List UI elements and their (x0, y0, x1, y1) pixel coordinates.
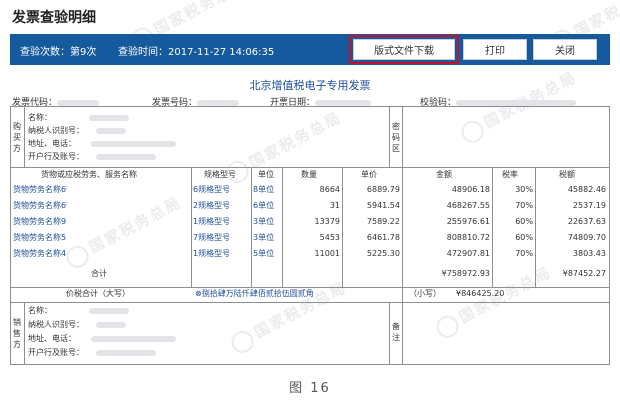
header-unit: 单位 (258, 170, 274, 179)
row-amount: 808810.72 (446, 233, 490, 242)
password-area-label: 密码区 (392, 122, 400, 153)
header-rate: 税率 (502, 170, 518, 179)
row-unit: 3单位 (253, 233, 275, 242)
row-amount: 468267.55 (446, 201, 490, 210)
row-spec: 7规格型号 (193, 233, 231, 242)
row-price: 6461.78 (366, 233, 400, 242)
row-tax: 22637.63 (567, 217, 606, 226)
invoice-table: 购买方 名称： 纳税人识别号： 地址、电话： 开户行及账号： 密码区 货物或应税… (10, 106, 610, 365)
total-label: 合计 (91, 269, 107, 278)
buyer-bank-value (96, 154, 156, 160)
total-amount: ¥758972.93 (441, 269, 490, 278)
invoice-title: 北京增值税电子专用发票 (249, 79, 371, 92)
row-tax: 74809.70 (567, 233, 606, 242)
page-title: 发票查验明细 (12, 10, 96, 26)
buyer-tax-id-value (96, 128, 126, 134)
buyer-bank-label: 开户行及账号： (28, 152, 84, 161)
seller-address-label: 地址、电话： (28, 334, 76, 343)
grand-total-label: 价税合计（大写） (66, 289, 130, 298)
grand-total-upper: ⊗捌拾肆万陆仟肆佰贰拾伍圆贰角 (195, 289, 314, 298)
header-item: 货物或应税劳务、服务名称 (41, 170, 137, 179)
row-amount: 472907.81 (446, 249, 490, 258)
row-amount: 255976.61 (446, 217, 490, 226)
seller-name-label: 名称： (28, 306, 52, 315)
row-price: 6889.79 (366, 185, 400, 194)
remarks-label: 备注 (392, 322, 400, 342)
header-price: 单价 (361, 170, 377, 179)
buyer-name-value (89, 115, 129, 121)
row-unit: 8单位 (253, 185, 275, 194)
row-qty: 13379 (314, 217, 340, 226)
row-qty: 5453 (319, 233, 340, 242)
row-unit: 3单位 (253, 217, 275, 226)
row-price: 7589.22 (366, 217, 400, 226)
total-tax: ¥87452.27 (562, 269, 606, 278)
seller-side-label: 销售方 (13, 318, 21, 349)
seller-tax-id-label: 纳税人识别号： (28, 320, 84, 329)
buyer-address-value (91, 141, 176, 147)
row-spec: 6规格型号 (193, 185, 231, 194)
row-amount: 48906.18 (451, 185, 490, 194)
row-tax: 2537.19 (572, 201, 606, 210)
row-item: 货物劳务名称5 (13, 233, 67, 242)
row-rate: 70% (515, 201, 533, 210)
seller-tax-id-value (96, 322, 126, 328)
header-tax: 税额 (559, 170, 575, 179)
close-button[interactable]: 关闭 (533, 39, 597, 60)
row-price: 5941.54 (366, 201, 400, 210)
row-item: 货物劳务名称6 (13, 201, 67, 210)
buyer-name-label: 名称： (28, 113, 52, 122)
buyer-address-label: 地址、电话： (28, 139, 76, 148)
check-count: 查验次数：第9次 (20, 47, 97, 58)
row-item: 货物劳务名称9 (13, 217, 67, 226)
row-item: 货物劳务名称4 (13, 249, 67, 258)
row-rate: 70% (515, 249, 533, 258)
row-tax: 3803.43 (572, 249, 606, 258)
row-tax: 45882.46 (567, 185, 606, 194)
row-spec: 1规格型号 (193, 249, 231, 258)
row-unit: 6单位 (253, 201, 275, 210)
seller-bank-label: 开户行及账号： (28, 348, 84, 357)
figure-caption: 图 16 (289, 381, 331, 396)
row-rate: 60% (515, 233, 533, 242)
buyer-side-label: 购买方 (13, 122, 21, 153)
row-rate: 60% (515, 217, 533, 226)
row-rate: 30% (515, 185, 533, 194)
row-spec: 1规格型号 (193, 217, 231, 226)
header-amount: 金额 (436, 170, 452, 179)
header-qty: 数量 (301, 170, 317, 179)
download-button[interactable]: 版式文件下载 (353, 39, 455, 60)
row-item: 货物劳务名称6 (13, 185, 67, 194)
seller-name-value (89, 308, 129, 314)
row-spec: 2规格型号 (193, 201, 231, 210)
row-qty: 8664 (319, 185, 340, 194)
header-spec: 规格型号 (204, 170, 236, 179)
print-button[interactable]: 打印 (463, 39, 527, 60)
grand-total-small-label: （小写） (409, 289, 441, 298)
seller-bank-value (96, 350, 156, 356)
grand-total-small: ¥846425.20 (456, 289, 505, 298)
row-price: 5225.30 (366, 249, 400, 258)
row-unit: 5单位 (253, 249, 275, 258)
buyer-tax-id-label: 纳税人识别号： (28, 126, 84, 135)
row-qty: 31 (329, 201, 340, 210)
seller-address-value (91, 336, 176, 342)
check-time: 查验时间：2017-11-27 14:06:35 (118, 47, 275, 58)
row-qty: 11001 (314, 249, 340, 258)
